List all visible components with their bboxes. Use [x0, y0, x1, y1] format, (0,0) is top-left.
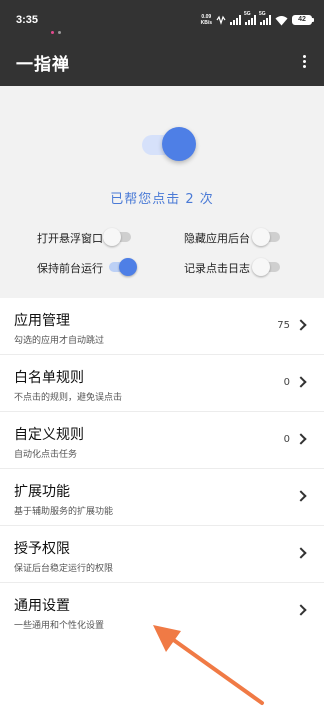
page-bottom-area	[0, 640, 324, 720]
toggle-keep-foreground[interactable]	[107, 257, 139, 277]
chevron-right-icon	[295, 376, 307, 388]
master-switch[interactable]	[142, 127, 196, 163]
master-switch-knob	[162, 127, 196, 161]
menu-item-subtitle: 自动化点击任务	[14, 450, 78, 460]
chevron-right-icon	[295, 604, 307, 616]
toggle-click-log[interactable]	[252, 257, 284, 277]
menu-item-title: 通用设置	[14, 598, 70, 614]
notification-dot-icon	[51, 31, 54, 34]
menu-item-title: 白名单规则	[14, 370, 84, 386]
menu-item-title: 扩展功能	[14, 484, 70, 500]
wifi-icon	[275, 15, 288, 25]
option-label-hide-background: 隐藏应用后台	[184, 232, 250, 245]
menu-item-extensions[interactable]: 扩展功能 基于辅助服务的扩展功能	[0, 469, 324, 526]
settings-menu: 应用管理 勾选的应用才自动跳过 75 白名单规则 不点击的规则，避免误点击 0 …	[0, 298, 324, 640]
menu-item-subtitle: 勾选的应用才自动跳过	[14, 336, 105, 346]
chevron-right-icon	[295, 433, 307, 445]
chevron-right-icon	[295, 547, 307, 559]
click-count-status: 已帮您点击 2 次	[110, 192, 214, 207]
menu-item-whitelist-rules[interactable]: 白名单规则 不点击的规则，避免误点击 0	[0, 355, 324, 412]
app-bar: 一指禅	[0, 36, 324, 86]
menu-item-app-management[interactable]: 应用管理 勾选的应用才自动跳过 75	[0, 298, 324, 355]
option-label-click-log: 记录点击日志	[184, 262, 250, 275]
app-title: 一指禅	[16, 55, 70, 75]
menu-item-general-settings[interactable]: 通用设置 一些通用和个性化设置	[0, 583, 324, 640]
toggle-hide-background[interactable]	[252, 227, 284, 247]
status-time: 3:35	[16, 14, 39, 26]
menu-item-subtitle: 不点击的规则，避免误点击	[14, 393, 123, 403]
notification-dot-icon	[58, 31, 61, 34]
vibrate-icon	[216, 15, 226, 25]
more-vert-icon[interactable]	[292, 48, 316, 74]
network-speed: 0.09 KB/s	[200, 14, 212, 26]
menu-item-count: 0	[283, 434, 290, 445]
menu-item-subtitle: 一些通用和个性化设置	[14, 621, 105, 631]
menu-item-count: 75	[277, 320, 290, 331]
status-bar: 3:35 0.09 KB/s 5G 5G 42	[0, 0, 324, 36]
menu-item-title: 自定义规则	[14, 427, 84, 443]
chevron-right-icon	[295, 490, 307, 502]
status-indicators: 0.09 KB/s 5G 5G 42	[200, 11, 314, 27]
signal-5g-icon: 5G	[259, 11, 271, 25]
chevron-right-icon	[295, 319, 307, 331]
menu-item-custom-rules[interactable]: 自定义规则 自动化点击任务 0	[0, 412, 324, 469]
signal-5g-icon: 5G	[244, 11, 256, 25]
option-label-keep-foreground: 保持前台运行	[37, 262, 103, 275]
menu-item-count: 0	[283, 377, 290, 388]
menu-item-grant-permissions[interactable]: 授予权限 保证后台稳定运行的权限	[0, 526, 324, 583]
signal-icon	[230, 15, 241, 25]
toggle-floating-window[interactable]	[103, 227, 135, 247]
menu-item-subtitle: 基于辅助服务的扩展功能	[14, 507, 114, 517]
menu-item-subtitle: 保证后台稳定运行的权限	[14, 564, 114, 574]
battery-icon: 42	[292, 15, 314, 25]
menu-item-title: 应用管理	[14, 313, 70, 329]
menu-item-title: 授予权限	[14, 541, 70, 557]
option-label-floating-window: 打开悬浮窗口	[37, 232, 103, 245]
